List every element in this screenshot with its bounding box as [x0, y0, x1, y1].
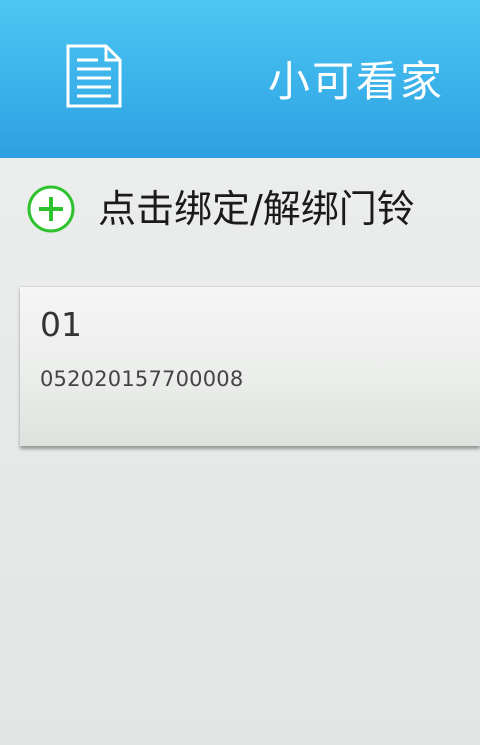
device-id: 052020157700008: [40, 367, 244, 391]
bind-unbind-label: 点击绑定/解绑门铃: [98, 187, 415, 231]
document-icon[interactable]: [66, 44, 122, 108]
device-name: 01: [40, 305, 82, 344]
app-header: 小可看家: [0, 0, 480, 158]
bind-unbind-doorbell-button[interactable]: 点击绑定/解绑门铃: [26, 182, 415, 236]
device-list-item[interactable]: 01 052020157700008: [20, 286, 480, 446]
app-title: 小可看家: [267, 57, 444, 106]
plus-circle-icon: [27, 185, 75, 233]
